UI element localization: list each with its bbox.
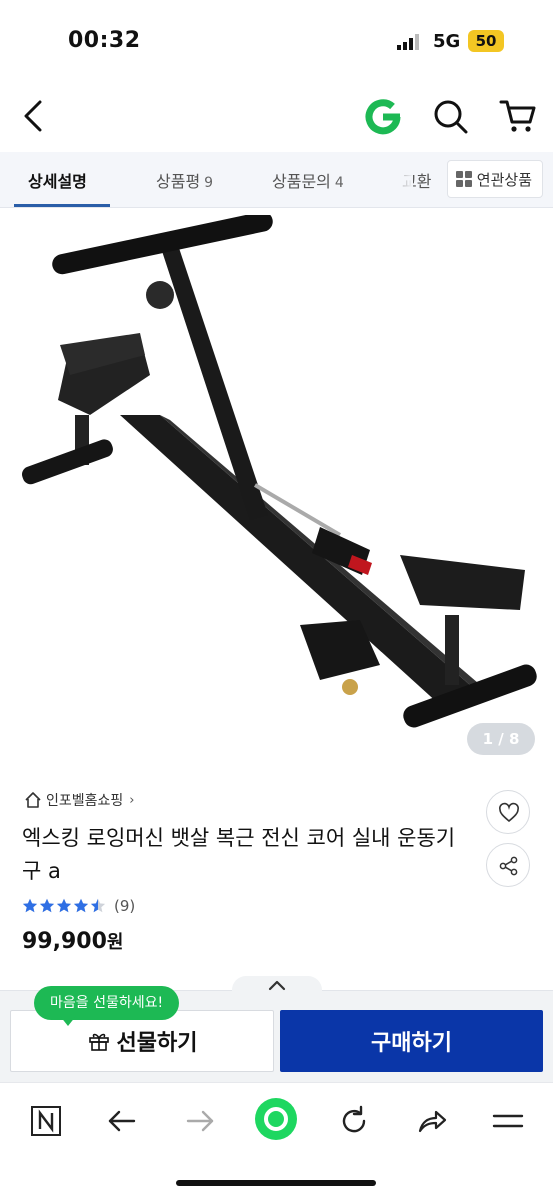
battery-indicator: 50 (468, 30, 504, 52)
search-icon[interactable] (432, 98, 470, 136)
price-value: 99,900 (22, 929, 107, 954)
naver-green-dot-icon[interactable] (254, 1097, 298, 1141)
star-4 (73, 898, 89, 913)
star-5 (90, 898, 106, 913)
tab-count: 9 (204, 175, 214, 191)
product-rating[interactable]: (9) (22, 897, 135, 915)
home-indicator (176, 1180, 376, 1186)
top-navigation (0, 80, 553, 152)
share-arrow-icon[interactable] (414, 1103, 450, 1139)
related-label: 연관상품 (476, 170, 532, 189)
heart-icon (499, 802, 519, 823)
detail-tabs: 상세설명 상품평 9 상품문의 4 교환 연관상품 (0, 152, 553, 208)
network-label: 5G (433, 31, 461, 52)
wishlist-button[interactable] (486, 790, 530, 834)
refresh-icon[interactable] (336, 1103, 372, 1139)
gmarket-logo-icon[interactable] (364, 98, 402, 136)
signal-icon (397, 34, 419, 50)
star-1 (22, 898, 38, 913)
star-2 (39, 898, 55, 913)
gift-icon (88, 1033, 109, 1051)
cart-icon[interactable] (498, 96, 538, 136)
buy-label: 구매하기 (371, 1031, 452, 1056)
status-bar: 00:32 5G 50 (0, 0, 553, 80)
rowing-machine-image (22, 211, 537, 728)
price-currency: 원 (106, 932, 124, 953)
tab-reviews[interactable]: 상품평 9 (156, 168, 213, 192)
grid-icon (455, 171, 472, 187)
tab-label: 상품문의 (272, 172, 331, 191)
star-3 (56, 898, 72, 913)
star-rating-icon (22, 898, 106, 913)
gift-label: 선물하기 (116, 1031, 198, 1056)
product-image[interactable] (0, 211, 553, 770)
back-arrow-icon[interactable] (18, 96, 50, 136)
clock: 00:32 (68, 28, 141, 53)
store-link[interactable]: 인포벨홈쇼핑 › (24, 790, 134, 810)
collapse-handle[interactable] (232, 976, 322, 994)
home-icon (25, 792, 41, 808)
back-arrow-icon[interactable] (104, 1103, 140, 1139)
gift-tooltip: 마음을 선물하세요! (34, 986, 180, 1020)
product-price: 99,900원 (22, 928, 123, 954)
buy-button[interactable]: 구매하기 (280, 1010, 543, 1072)
active-tab-indicator (14, 204, 110, 207)
image-pager: 1 / 8 (467, 723, 535, 755)
review-count: (9) (114, 897, 136, 915)
tab-count: 4 (334, 175, 344, 191)
share-button[interactable] (486, 843, 530, 887)
forward-arrow-icon[interactable] (182, 1103, 218, 1139)
naver-n-icon[interactable] (28, 1103, 64, 1139)
tab-label: 상세설명 (28, 172, 87, 191)
tab-detail[interactable]: 상세설명 (28, 168, 87, 192)
chevron-right-icon: › (129, 792, 135, 808)
chevron-up-icon (268, 980, 286, 991)
product-title: 엑스킹 로잉머신 뱃살 복근 전신 코어 실내 운동기구 a (22, 826, 456, 883)
menu-icon[interactable] (490, 1103, 526, 1139)
gift-tooltip-tail (60, 1016, 76, 1026)
share-icon (499, 856, 518, 876)
store-name: 인포벨홈쇼핑 (46, 793, 124, 809)
tab-questions[interactable]: 상품문의 4 (272, 168, 344, 192)
related-products-button[interactable]: 연관상품 (446, 160, 543, 198)
tab-label: 상품평 (156, 172, 201, 191)
tab-fade (383, 152, 413, 206)
